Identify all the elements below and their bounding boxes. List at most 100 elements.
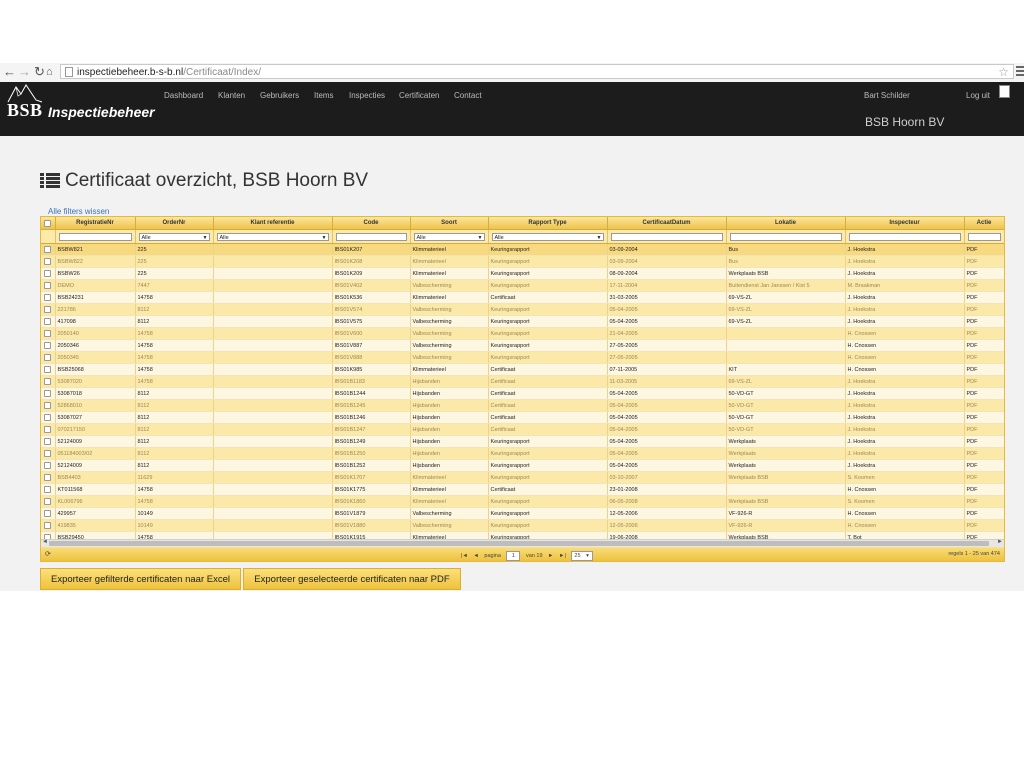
logo-app-name[interactable]: Inspectiebeheer (48, 104, 155, 120)
export-excel-button[interactable]: Exporteer gefilterde certificaten naar E… (40, 568, 241, 590)
row-checkbox[interactable] (44, 522, 52, 529)
filter-code[interactable] (335, 232, 407, 241)
row-checkbox[interactable] (44, 438, 52, 445)
col-code[interactable]: Code (332, 217, 411, 230)
table-row[interactable]: 52124009 8112 IBS01B1252 Hijsbanden Keurings… (41, 459, 1004, 472)
col-ordernr[interactable]: OrderNr (135, 217, 214, 230)
filter-soort[interactable]: Alle (413, 232, 485, 242)
first-page-icon[interactable]: |◄ (461, 553, 468, 559)
nav-certificaten[interactable]: Certificaten (399, 91, 439, 100)
cell-actie[interactable]: PDF (964, 327, 1004, 340)
table-row[interactable]: 2050346 14758 IBS01V887 Valbescherming Keuri… (41, 339, 1004, 352)
row-checkbox[interactable] (44, 390, 52, 397)
nav-dashboard[interactable]: Dashboard (164, 91, 203, 100)
row-checkbox[interactable] (44, 426, 52, 433)
row-checkbox[interactable] (44, 510, 52, 517)
row-checkbox[interactable] (44, 282, 52, 289)
cell-actie[interactable]: PDF (964, 423, 1004, 436)
table-row[interactable]: BSBW822 225 IBS01K208 Klimmaterieel Keurings… (41, 255, 1004, 268)
table-row[interactable]: BSB4403 11629 IBS01K1707 Klimmaterieel Keuri… (41, 471, 1004, 484)
table-row[interactable]: 221786 8112 IBS01V574 Valbescherming Keuring… (41, 303, 1004, 316)
cell-actie[interactable]: PDF (964, 243, 1004, 256)
filter-certificaatdatum[interactable] (610, 232, 723, 241)
page-number-input[interactable]: 1 (506, 551, 521, 561)
next-page-icon[interactable]: ► (548, 553, 553, 559)
nav-inspecties[interactable]: Inspecties (349, 91, 385, 100)
col-rapport-type[interactable]: Rapport Type (488, 217, 608, 230)
table-row[interactable]: 429957 10149 IBS01V1879 Valbescherming Keuri… (41, 507, 1004, 520)
table-row[interactable]: 419835 10149 IBS01V1880 Valbescherming Keuri… (41, 519, 1004, 532)
table-row[interactable]: DEMO 7447 IBS01V402 Valbescherming Keuringsr… (41, 279, 1004, 292)
cell-actie[interactable]: PDF (964, 375, 1004, 388)
export-pdf-button[interactable]: Exporteer geselecteerde certificaten naa… (243, 568, 461, 590)
col-klant-referentie[interactable]: Klant referentie (213, 217, 333, 230)
filter-lokatie[interactable] (729, 232, 842, 241)
row-checkbox[interactable] (44, 294, 52, 301)
cell-actie[interactable]: PDF (964, 267, 1004, 280)
table-row[interactable]: 53087027 8112 IBS01B1246 Hijsbanden Certific… (41, 411, 1004, 424)
cell-actie[interactable]: PDF (964, 459, 1004, 472)
page-size-select[interactable]: 25 ▾ (571, 551, 594, 561)
row-checkbox[interactable] (44, 366, 52, 373)
table-row[interactable]: 53087020 14758 IBS01B1183 Hijsbanden Certifi… (41, 375, 1004, 388)
col-lokatie[interactable]: Lokatie (726, 217, 846, 230)
filter-klant-referentie[interactable]: Alle (216, 232, 329, 242)
clear-filters-link[interactable]: Alle filters wissen (48, 207, 109, 216)
table-row[interactable]: KL006796 14758 IBS01K1860 Klimmaterieel Keur… (41, 495, 1004, 508)
table-row[interactable]: BSBW26 225 IBS01K209 Klimmaterieel Keuringsr… (41, 267, 1004, 280)
row-checkbox[interactable] (44, 258, 52, 265)
table-row[interactable]: BSB24231 14758 IBS01K536 Klimmaterieel Certi… (41, 291, 1004, 304)
logo-brand[interactable]: BSB (7, 100, 43, 121)
filter-registratienr[interactable] (58, 232, 132, 241)
cell-actie[interactable]: PDF (964, 315, 1004, 328)
row-checkbox[interactable] (44, 330, 52, 337)
row-checkbox[interactable] (44, 402, 52, 409)
table-row[interactable]: 417098 8112 IBS01V575 Valbescherming Keuring… (41, 315, 1004, 328)
row-checkbox[interactable] (44, 486, 52, 493)
address-bar[interactable]: inspectiebeheer.b-s-b.nl/Certificaat/Ind… (60, 64, 1014, 79)
row-checkbox[interactable] (44, 498, 52, 505)
table-row[interactable]: 53087018 8112 IBS01B1244 Hijsbanden Certific… (41, 387, 1004, 400)
cell-actie[interactable]: PDF (964, 399, 1004, 412)
cell-actie[interactable]: PDF (964, 447, 1004, 460)
row-checkbox[interactable] (44, 342, 52, 349)
row-checkbox[interactable] (44, 378, 52, 385)
table-row[interactable]: 051184003/02 8112 IBS01B1250 Hijsbanden Keur… (41, 447, 1004, 460)
row-checkbox[interactable] (44, 414, 52, 421)
cell-actie[interactable]: PDF (964, 351, 1004, 364)
cell-actie[interactable]: PDF (964, 507, 1004, 520)
cell-actie[interactable]: PDF (964, 411, 1004, 424)
col-certificaatdatum[interactable]: CertificaatDatum (607, 217, 727, 230)
filter-rapport-type[interactable]: Alle (491, 232, 604, 242)
col-registratienr[interactable]: RegistratieNr (55, 217, 136, 230)
logout-link[interactable]: Log uit (966, 91, 990, 100)
browser-menu-icon[interactable] (1016, 66, 1024, 78)
prev-page-icon[interactable]: ◄ (473, 553, 478, 559)
cell-actie[interactable]: PDF (964, 255, 1004, 268)
nav-klanten[interactable]: Klanten (218, 91, 245, 100)
nav-gebruikers[interactable]: Gebruikers (260, 91, 299, 100)
cell-actie[interactable]: PDF (964, 291, 1004, 304)
select-all-checkbox[interactable] (44, 219, 52, 227)
table-row[interactable]: KT011568 14758 IBS01K1775 Klimmaterieel Cert… (41, 483, 1004, 496)
filter-inspecteur[interactable] (848, 232, 961, 241)
cell-actie[interactable]: PDF (964, 495, 1004, 508)
row-checkbox[interactable] (44, 306, 52, 313)
cell-actie[interactable]: PDF (964, 483, 1004, 496)
col-soort[interactable]: Soort (410, 217, 489, 230)
row-checkbox[interactable] (44, 354, 52, 361)
table-row[interactable]: BSBW821 225 IBS01K207 Klimmaterieel Keurings… (41, 243, 1004, 256)
col-inspecteur[interactable]: Inspecteur (845, 217, 965, 230)
col-actie[interactable]: Actie (964, 217, 1004, 230)
table-row[interactable]: 52868010 8112 IBS01B1245 Hijsbanden Certific… (41, 399, 1004, 412)
cell-actie[interactable]: PDF (964, 339, 1004, 352)
scroll-right-icon[interactable]: ► (997, 539, 1003, 545)
cell-actie[interactable]: PDF (964, 363, 1004, 376)
row-checkbox[interactable] (44, 462, 52, 469)
last-page-icon[interactable]: ►| (559, 553, 566, 559)
cell-actie[interactable]: PDF (964, 519, 1004, 532)
cell-actie[interactable]: PDF (964, 435, 1004, 448)
current-user[interactable]: Bart Schilder (864, 91, 910, 100)
cell-actie[interactable]: PDF (964, 303, 1004, 316)
row-checkbox[interactable] (44, 474, 52, 481)
